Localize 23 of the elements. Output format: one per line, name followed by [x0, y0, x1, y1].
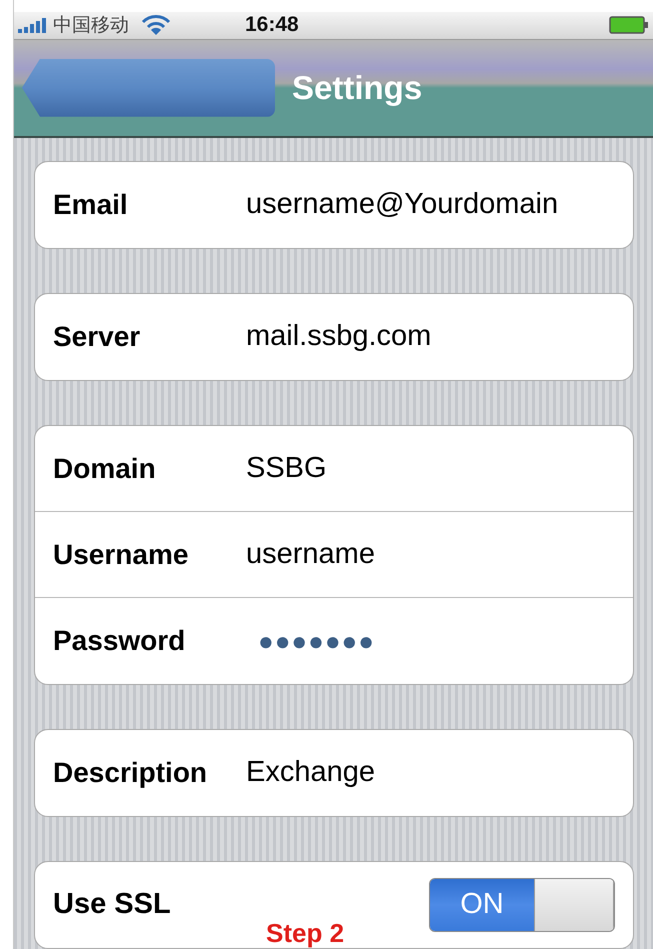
- field-value[interactable]: SSBG: [246, 446, 327, 490]
- field-label: Description: [53, 756, 208, 790]
- carrier-name: 中国移动: [53, 12, 129, 38]
- row-label: Use SSL: [53, 887, 172, 922]
- field-value[interactable]: ●●●●●●●: [246, 622, 375, 660]
- field-value[interactable]: mail.ssbg.com: [246, 315, 432, 359]
- back-button[interactable]: [22, 58, 275, 117]
- nav-title: Settings: [292, 68, 422, 108]
- wifi-icon: [141, 14, 171, 36]
- field-label: Username: [53, 538, 190, 572]
- field-value[interactable]: username: [246, 532, 375, 576]
- annotation-text: Step 2: [266, 920, 344, 946]
- field-value[interactable]: Exchange: [246, 751, 375, 795]
- field-label: Email: [53, 188, 129, 222]
- field-label: Domain: [53, 452, 157, 486]
- toggle-label: ON: [430, 879, 534, 931]
- field-value[interactable]: username@Yourdomain: [246, 183, 558, 227]
- field-label: Server: [53, 320, 142, 354]
- field-label: Password: [53, 624, 186, 658]
- battery-icon: [609, 16, 649, 34]
- toggle-switch[interactable]: ON: [429, 878, 615, 932]
- clock-time: 16:48: [245, 12, 299, 38]
- toggle-thumb[interactable]: [534, 879, 614, 931]
